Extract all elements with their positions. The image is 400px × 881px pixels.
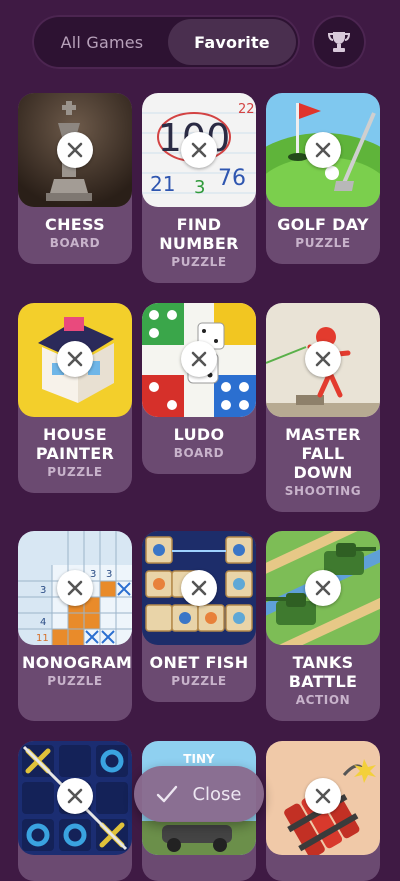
- game-category: BOARD: [49, 236, 101, 250]
- game-card-chess[interactable]: CHESS BOARD: [18, 93, 132, 264]
- game-card-nonogram[interactable]: 3 3 3 4 11 NONOGRAM PUZZLE: [18, 531, 132, 721]
- game-category: PUZZLE: [295, 236, 351, 250]
- close-x-icon: [191, 142, 207, 158]
- remove-favorite-button[interactable]: [305, 570, 341, 606]
- svg-text:21: 21: [150, 172, 175, 196]
- game-category: PUZZLE: [47, 465, 103, 479]
- close-edit-button[interactable]: Close: [134, 766, 264, 822]
- check-icon: [157, 785, 178, 803]
- game-title: GOLF DAY: [277, 215, 369, 234]
- close-x-icon: [315, 142, 331, 158]
- svg-text:3: 3: [194, 177, 205, 198]
- remove-favorite-button[interactable]: [57, 778, 93, 814]
- game-category: PUZZLE: [47, 674, 103, 688]
- svg-text:TINY: TINY: [183, 752, 215, 766]
- game-category: SHOOTING: [284, 484, 362, 498]
- remove-favorite-button[interactable]: [181, 132, 217, 168]
- remove-favorite-button[interactable]: [57, 570, 93, 606]
- favorite-games-grid: CHESS BOARD 100 22 21 3 76 FIND NUMBER P…: [0, 0, 400, 881]
- game-card-golf-day[interactable]: GOLF DAY PUZZLE: [266, 93, 380, 264]
- game-card-find-number[interactable]: 100 22 21 3 76 FIND NUMBER PUZZLE: [142, 93, 256, 283]
- game-category: PUZZLE: [171, 255, 227, 269]
- game-category: BOARD: [173, 446, 225, 460]
- game-card-house-painter[interactable]: HOUSE PAINTER PUZZLE: [18, 303, 132, 493]
- game-card-onet-fish[interactable]: ONET FISH PUZZLE: [142, 531, 256, 702]
- close-x-icon: [315, 788, 331, 804]
- close-label: Close: [192, 783, 242, 805]
- game-title: TANKS BATTLE: [288, 653, 358, 691]
- svg-text:11: 11: [36, 633, 49, 644]
- close-x-icon: [315, 351, 331, 367]
- svg-text:3: 3: [90, 569, 96, 580]
- close-x-icon: [315, 580, 331, 596]
- game-title: HOUSE PAINTER: [35, 425, 115, 463]
- remove-favorite-button[interactable]: [305, 132, 341, 168]
- close-x-icon: [67, 788, 83, 804]
- remove-favorite-button[interactable]: [181, 341, 217, 377]
- game-title: MASTER FALL DOWN: [285, 425, 361, 482]
- close-x-icon: [67, 351, 83, 367]
- remove-favorite-button[interactable]: [57, 341, 93, 377]
- close-x-icon: [191, 351, 207, 367]
- game-title: CHESS: [45, 215, 105, 234]
- svg-text:3: 3: [40, 585, 46, 596]
- close-x-icon: [67, 580, 83, 596]
- svg-text:22: 22: [238, 102, 255, 117]
- remove-favorite-button[interactable]: [305, 778, 341, 814]
- close-x-icon: [67, 142, 83, 158]
- game-card-master-fall-down[interactable]: MASTER FALL DOWN SHOOTING: [266, 303, 380, 512]
- game-title: NONOGRAM: [22, 653, 132, 672]
- game-title: FIND NUMBER: [159, 215, 239, 253]
- remove-favorite-button[interactable]: [57, 132, 93, 168]
- close-x-icon: [191, 580, 207, 596]
- game-card-tanks-battle[interactable]: TANKS BATTLE ACTION: [266, 531, 380, 721]
- remove-favorite-button[interactable]: [305, 341, 341, 377]
- game-card-ludo[interactable]: LUDO BOARD: [142, 303, 256, 474]
- game-category: ACTION: [295, 693, 351, 707]
- game-title: ONET FISH: [149, 653, 249, 672]
- game-title: LUDO: [173, 425, 225, 444]
- svg-text:4: 4: [40, 617, 46, 628]
- remove-favorite-button[interactable]: [181, 570, 217, 606]
- svg-text:76: 76: [218, 166, 246, 191]
- game-category: PUZZLE: [171, 674, 227, 688]
- svg-text:3: 3: [106, 569, 112, 580]
